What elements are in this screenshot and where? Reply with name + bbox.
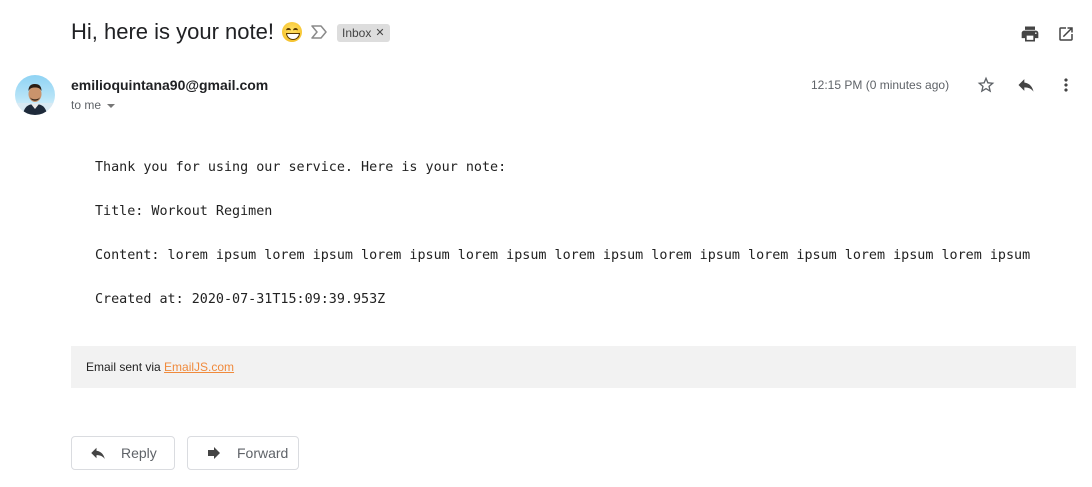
print-button[interactable] xyxy=(1018,22,1042,46)
message-timestamp: 12:15 PM (0 minutes ago) xyxy=(811,78,950,92)
print-icon xyxy=(1021,26,1039,42)
reply-button[interactable]: Reply xyxy=(71,436,175,470)
grinning-face-emoji-icon xyxy=(281,22,302,42)
inbox-label-chip[interactable]: Inbox ✕ xyxy=(337,24,390,42)
email-subject: Hi, here is your note! xyxy=(71,15,302,49)
recipient-details-toggle[interactable]: to me xyxy=(71,97,116,113)
more-vert-icon xyxy=(1064,78,1068,92)
importance-marker-icon[interactable] xyxy=(311,25,327,39)
open-in-new-window-button[interactable] xyxy=(1054,22,1078,46)
sender-email[interactable]: emilioquintana90@gmail.com xyxy=(71,76,268,94)
more-options-button[interactable] xyxy=(1054,73,1078,97)
subject-text: Hi, here is your note! xyxy=(71,19,274,44)
reply-icon xyxy=(1018,79,1034,92)
reply-icon xyxy=(89,443,109,463)
body-intro: Thank you for using our service. Here is… xyxy=(95,160,507,175)
star-button[interactable] xyxy=(974,73,998,97)
emailjs-link[interactable]: EmailJS.com xyxy=(164,360,234,374)
body-note-title: Title: Workout Regimen xyxy=(95,204,273,219)
star-icon xyxy=(977,76,995,93)
chevron-down-icon xyxy=(107,104,116,108)
reply-label: Reply xyxy=(121,445,157,461)
reply-quick-button[interactable] xyxy=(1014,73,1038,97)
remove-label-icon[interactable]: ✕ xyxy=(375,24,384,42)
open-in-new-window-icon xyxy=(1059,27,1073,41)
forward-icon xyxy=(205,443,225,463)
recipient-label: to me xyxy=(71,98,102,112)
email-footer: Email sent via EmailJS.com xyxy=(71,346,1076,388)
footer-prefix: Email sent via xyxy=(86,360,165,374)
forward-label: Forward xyxy=(237,445,289,461)
body-note-content: Content: lorem ipsum lorem ipsum lorem i… xyxy=(95,248,1031,263)
sender-avatar[interactable] xyxy=(15,75,55,115)
footer-text: Email sent via EmailJS.com xyxy=(86,360,234,374)
forward-button[interactable]: Forward xyxy=(187,436,299,470)
label-text: Inbox xyxy=(342,26,372,40)
body-note-created: Created at: 2020-07-31T15:09:39.953Z xyxy=(95,292,386,307)
